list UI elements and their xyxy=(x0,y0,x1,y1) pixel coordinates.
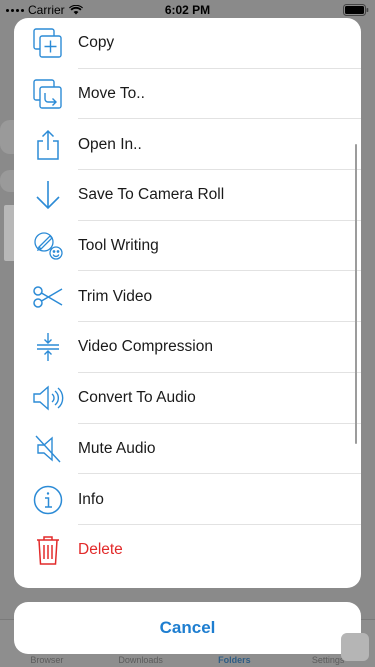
compression-icon xyxy=(32,331,64,363)
action-save-to-camera-roll[interactable]: Save To Camera Roll xyxy=(14,170,361,221)
mute-icon xyxy=(32,433,64,465)
action-sheet: Copy Move To.. Open In.. Save To Camera … xyxy=(14,18,361,588)
copy-icon xyxy=(32,27,64,59)
action-label: Convert To Audio xyxy=(78,389,196,407)
battery-icon xyxy=(343,4,369,16)
cancel-button[interactable]: Cancel xyxy=(14,602,361,654)
status-time: 6:02 PM xyxy=(164,3,211,17)
action-tool-writing[interactable]: Tool Writing xyxy=(14,221,361,272)
watermark-logo xyxy=(341,633,369,661)
action-label: Open In.. xyxy=(78,135,142,153)
scroll-indicator[interactable] xyxy=(354,144,357,444)
move-to-icon xyxy=(32,78,64,110)
trash-icon xyxy=(32,534,64,566)
action-label: Tool Writing xyxy=(78,237,159,255)
action-info[interactable]: Info xyxy=(14,474,361,525)
status-bar: Carrier 6:02 PM xyxy=(0,0,375,20)
action-convert-to-audio[interactable]: Convert To Audio xyxy=(14,373,361,424)
speaker-icon xyxy=(32,382,64,414)
action-trim-video[interactable]: Trim Video xyxy=(14,271,361,323)
action-label: Info xyxy=(78,490,104,508)
action-label: Move To.. xyxy=(78,85,145,103)
action-move-to[interactable]: Move To.. xyxy=(14,69,361,120)
action-label: Video Compression xyxy=(78,338,213,356)
open-in-icon xyxy=(32,129,64,161)
action-copy[interactable]: Copy xyxy=(14,18,361,69)
save-download-icon xyxy=(32,179,64,211)
action-label: Mute Audio xyxy=(78,439,156,457)
action-label: Trim Video xyxy=(78,287,153,305)
tool-writing-icon xyxy=(32,230,64,262)
action-open-in[interactable]: Open In.. xyxy=(14,119,361,171)
info-icon xyxy=(32,484,64,516)
action-label: Delete xyxy=(78,541,123,559)
action-label: Save To Camera Roll xyxy=(78,186,225,204)
action-mute-audio[interactable]: Mute Audio xyxy=(14,424,361,475)
action-delete[interactable]: Delete xyxy=(14,525,361,576)
action-label: Copy xyxy=(78,34,115,52)
action-video-compression[interactable]: Video Compression xyxy=(14,322,361,373)
tab-browser[interactable]: Browser xyxy=(7,655,87,665)
scissors-icon xyxy=(32,281,64,313)
tab-folders[interactable]: Folders xyxy=(194,655,274,665)
tab-downloads[interactable]: Downloads xyxy=(101,655,181,665)
